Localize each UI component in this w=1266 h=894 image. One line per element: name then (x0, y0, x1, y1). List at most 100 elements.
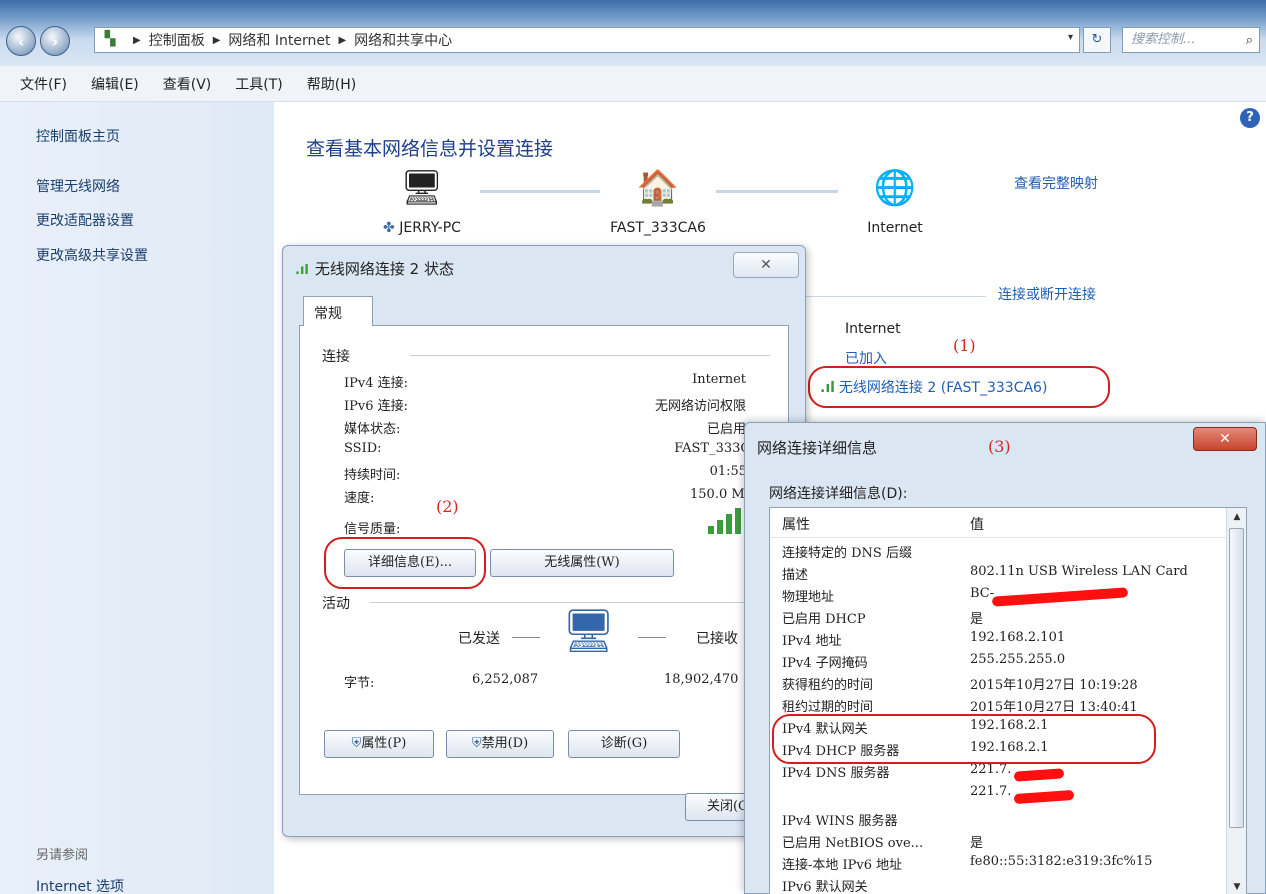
breadcrumb-separator-icon: ▶ (133, 34, 141, 46)
table-row: 221.7. (970, 784, 1012, 799)
breadcrumb-control-panel[interactable]: 控制面板 (149, 30, 205, 50)
table-row: 连接-本地 IPv6 地址 fe80::55:3182:e319:3fc%15 (782, 854, 1153, 873)
bytes-label: 字节: (344, 676, 375, 691)
network-node-internet: 🌐 Internet (850, 168, 940, 236)
table-row: 已启用 DHCP 是 (782, 612, 984, 627)
node-pc-label: JERRY-PC (399, 220, 461, 236)
computer-icon: 🖥 (400, 168, 444, 208)
section-activity-label: 活动 (322, 596, 350, 612)
house-icon: 🏠 (636, 168, 680, 208)
sidebar-item-adapter-settings[interactable]: 更改适配器设置 (36, 210, 134, 230)
details-list-label: 网络连接详细信息(D): (769, 486, 908, 502)
tab-general[interactable]: 常规 (303, 296, 373, 326)
table-row: IPv4 WINS 服务器 (782, 814, 898, 829)
network-share-icon: ✤ (383, 220, 395, 236)
field-speed-label: 速度: (344, 491, 375, 506)
details-list[interactable]: 属性 值 连接特定的 DNS 后缀 描述 802.11n USB Wireless… (769, 507, 1247, 894)
menu-view[interactable]: 查看(V) (163, 74, 212, 94)
back-arrow-icon: ‹ (17, 31, 25, 51)
help-icon[interactable]: ? (1240, 108, 1260, 128)
field-ipv4-value: Internet (692, 372, 746, 387)
refresh-button[interactable]: ↻ (1083, 27, 1111, 53)
diagnose-button[interactable]: 诊断(G) (568, 730, 680, 758)
activity-line (512, 637, 540, 638)
connect-disconnect-link[interactable]: 连接或断开连接 (998, 284, 1096, 304)
bytes-received-value: 18,902,470 (664, 672, 739, 687)
details-list-header: 属性 值 (770, 508, 1226, 538)
section-divider (410, 355, 770, 356)
properties-button-label: 属性(P) (361, 736, 407, 751)
details-scrollbar[interactable]: ▲ ▼ (1226, 508, 1246, 894)
menu-help[interactable]: 帮助(H) (307, 74, 356, 94)
status-dialog-title-text: 无线网络连接 2 状态 (314, 260, 454, 278)
homegroup-joined-link[interactable]: 已加入 (845, 348, 887, 368)
table-row: IPv4 DNS 服务器 221.7. (782, 762, 1012, 781)
shield-icon: ⛨ (471, 736, 482, 751)
network-link-line (716, 190, 838, 193)
table-row: 连接特定的 DNS 后缀 (782, 546, 912, 561)
sidebar-item-manage-wireless[interactable]: 管理无线网络 (36, 176, 120, 196)
scroll-up-icon[interactable]: ▲ (1227, 508, 1247, 526)
sidebar-home-link[interactable]: 控制面板主页 (36, 126, 120, 146)
field-ipv6-label: IPv6 连接: (344, 399, 409, 414)
close-icon: ✕ (760, 257, 772, 273)
received-label: 已接收 (696, 631, 738, 647)
search-placeholder: 搜索控制... (1131, 32, 1196, 47)
table-row: 已启用 NetBIOS ove... 是 (782, 836, 984, 851)
scroll-thumb[interactable] (1229, 528, 1244, 828)
field-ipv4-label: IPv4 连接: (344, 376, 409, 391)
disable-button-label: 禁用(D) (481, 736, 529, 751)
annotation-2: (2) (436, 497, 459, 516)
field-media-label: 媒体状态: (344, 422, 401, 437)
address-dropdown-icon[interactable]: ▾ (1068, 32, 1073, 43)
menu-tools[interactable]: 工具(T) (235, 74, 282, 94)
close-icon: ✕ (1219, 431, 1231, 447)
column-value[interactable]: 值 (970, 514, 984, 534)
search-icon: ⌕ (1245, 33, 1253, 48)
signal-quality-label: 信号质量: (344, 522, 401, 537)
annotation-circle-gateway (772, 714, 1156, 764)
properties-button[interactable]: ⛨属性(P) (324, 730, 434, 758)
view-full-map-link[interactable]: 查看完整映射 (1014, 173, 1098, 193)
annotation-3: (3) (988, 437, 1011, 456)
search-input[interactable]: 搜索控制... ⌕ (1122, 27, 1260, 53)
sidebar-internet-options[interactable]: Internet 选项 (36, 876, 124, 894)
network-computer-icon: 🖥 (562, 606, 616, 655)
refresh-icon: ↻ (1091, 32, 1103, 47)
control-panel-icon: ▚ (104, 31, 116, 47)
shield-icon: ⛨ (351, 736, 362, 751)
field-ipv6-value: 无网络访问权限 (654, 399, 746, 414)
menu-file[interactable]: 文件(F) (20, 74, 67, 94)
sidebar-item-advanced-sharing[interactable]: 更改高级共享设置 (36, 245, 148, 265)
status-dialog-close-x[interactable]: ✕ (733, 252, 799, 278)
breadcrumb-network-sharing-center[interactable]: 网络和共享中心 (354, 30, 452, 50)
menu-bar: 文件(F) 编辑(E) 查看(V) 工具(T) 帮助(H) (0, 66, 1266, 102)
table-row: IPv4 地址 192.168.2.101 (782, 630, 1066, 649)
node-router-label: FAST_333CA6 (610, 220, 706, 236)
column-property[interactable]: 属性 (782, 514, 810, 534)
network-node-pc: 🖥 ✤ JERRY-PC (370, 168, 474, 236)
wireless-properties-button[interactable]: 无线属性(W) (490, 549, 674, 577)
address-bar[interactable]: ▚ ▶ 控制面板 ▶ 网络和 Internet ▶ 网络和共享中心 ▾ (94, 27, 1080, 53)
back-button[interactable]: ‹ (6, 26, 36, 56)
page-title: 查看基本网络信息并设置连接 (306, 138, 554, 160)
details-dialog-close-button[interactable]: ✕ (1193, 427, 1257, 451)
menu-edit[interactable]: 编辑(E) (91, 74, 139, 94)
scroll-down-icon[interactable]: ▼ (1227, 878, 1247, 894)
table-row: 描述 802.11n USB Wireless LAN Card (782, 564, 1188, 583)
network-node-router: 🏠 FAST_333CA6 (598, 168, 718, 236)
forward-button[interactable]: › (40, 26, 70, 56)
activity-line (638, 637, 666, 638)
forward-arrow-icon: › (51, 31, 59, 51)
connection-details-dialog: 网络连接详细信息 ✕ 网络连接详细信息(D): 属性 值 连接特定的 DNS 后… (744, 422, 1266, 894)
left-navigation-pane: 控制面板主页 管理无线网络 更改适配器设置 更改高级共享设置 另请参阅 Inte… (0, 102, 274, 894)
field-ssid-label: SSID: (344, 441, 382, 456)
section-divider (370, 602, 770, 603)
details-dialog-title: 网络连接详细信息 (757, 439, 878, 457)
disable-button[interactable]: ⛨禁用(D) (446, 730, 554, 758)
section-divider (806, 296, 986, 297)
globe-icon: 🌐 (873, 168, 917, 208)
breadcrumb-network-internet[interactable]: 网络和 Internet (228, 30, 330, 50)
breadcrumb-separator-icon: ▶ (338, 34, 347, 46)
access-type-value: Internet (845, 321, 901, 337)
